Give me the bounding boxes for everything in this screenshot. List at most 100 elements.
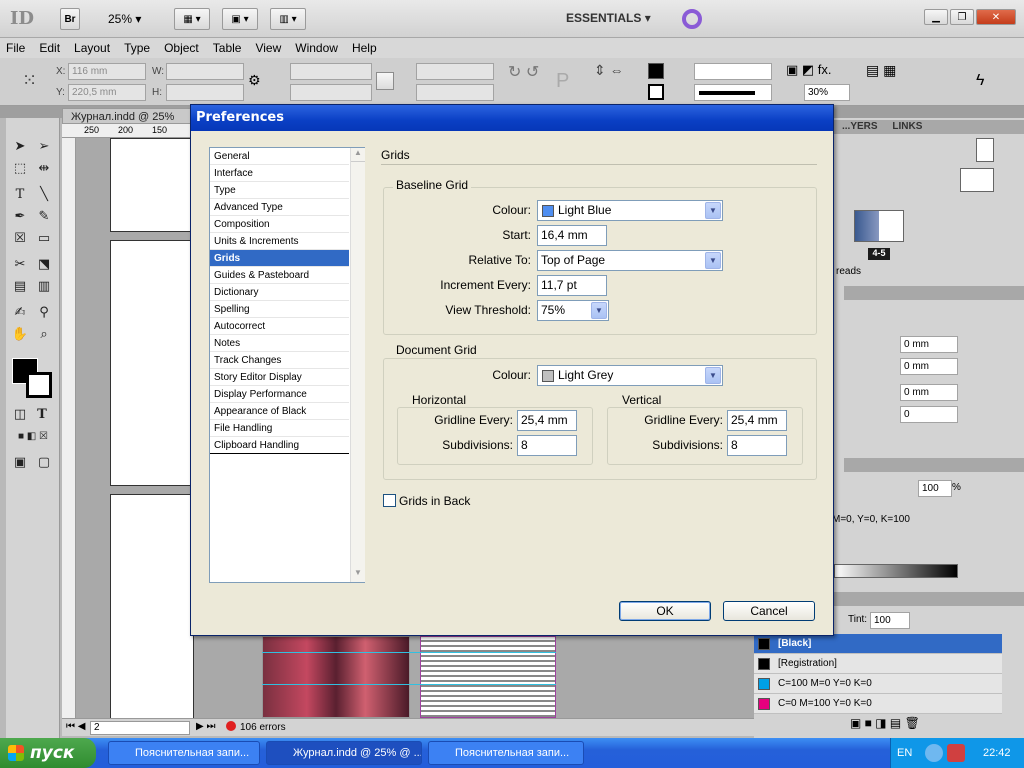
document-colour-select[interactable]: Light Grey ▼: [537, 365, 723, 386]
drop-cap-field[interactable]: 0: [900, 406, 958, 423]
chain-icon[interactable]: [376, 72, 394, 90]
color-percent-field[interactable]: 100: [918, 480, 952, 497]
container-format-icon[interactable]: ◫: [10, 404, 30, 424]
stroke-color-icon[interactable]: [26, 372, 52, 398]
constrain-icon[interactable]: ⚙: [248, 72, 261, 89]
gradient-feather-tool-icon[interactable]: ▥: [34, 276, 54, 296]
chevron-down-icon[interactable]: ▼: [705, 202, 721, 219]
type-tool-icon[interactable]: T: [10, 184, 30, 204]
vertical-gridline-field[interactable]: 25,4 mm: [727, 410, 787, 431]
tab-layers[interactable]: ...YERS: [842, 121, 878, 132]
page-number-field[interactable]: 2: [90, 721, 190, 735]
category-units[interactable]: Units & Increments: [210, 233, 349, 250]
page-tool-icon[interactable]: ⬚: [10, 158, 30, 178]
normal-view-icon[interactable]: ▣: [10, 452, 30, 472]
chevron-down-icon[interactable]: ▼: [705, 252, 721, 269]
category-interface[interactable]: Interface: [210, 165, 349, 182]
line-tool-icon[interactable]: ╲: [34, 184, 54, 204]
direct-selection-tool-icon[interactable]: ➢: [34, 136, 54, 156]
rectangle-frame-tool-icon[interactable]: ☒: [10, 228, 30, 248]
rotate-field[interactable]: [416, 63, 494, 80]
chevron-down-icon[interactable]: ▼: [591, 302, 607, 319]
shear-field[interactable]: [416, 84, 494, 101]
tab-links[interactable]: LINKS: [892, 121, 922, 132]
taskbar-item-indesign[interactable]: Журнал.indd @ 25% @ ...: [266, 741, 422, 765]
zoom-level[interactable]: 25% ▾: [108, 12, 141, 26]
close-button[interactable]: ✕: [976, 9, 1016, 25]
horizontal-gridline-field[interactable]: 25,4 mm: [517, 410, 577, 431]
hand-tool-icon[interactable]: ✋: [10, 324, 30, 344]
w-field[interactable]: [166, 63, 244, 80]
stroke-swatch[interactable]: [648, 84, 664, 100]
bridge-button[interactable]: Br: [60, 8, 80, 30]
category-appearance-of-black[interactable]: Appearance of Black: [210, 403, 349, 420]
document-tab[interactable]: Журнал.indd @ 25%: [62, 108, 192, 124]
menu-window[interactable]: Window: [295, 41, 338, 55]
taskbar-item-word-2[interactable]: Пояснительная запи...: [428, 741, 584, 765]
scroll-down-icon[interactable]: ▼: [351, 568, 365, 582]
restore-button[interactable]: ❐: [950, 9, 974, 25]
preview-mode-icon[interactable]: ▢: [34, 452, 54, 472]
category-file-handling[interactable]: File Handling: [210, 420, 349, 437]
screen-mode-button[interactable]: ▣ ▾: [222, 8, 258, 30]
vertical-subdivisions-field[interactable]: 8: [727, 435, 787, 456]
note-tool-icon[interactable]: ✍: [10, 302, 30, 322]
stroke-type-select[interactable]: [694, 84, 772, 101]
scroll-up-icon[interactable]: ▲: [351, 148, 365, 162]
category-grids[interactable]: Grids: [210, 250, 349, 267]
zoom-tool-icon[interactable]: ⌕: [34, 324, 54, 344]
color-ramp[interactable]: [834, 564, 958, 578]
grids-in-back-checkbox[interactable]: [383, 494, 396, 507]
left-indent-field[interactable]: 0 mm: [900, 336, 958, 353]
relative-to-select[interactable]: Top of Page ▼: [537, 250, 723, 271]
spread-thumbnail[interactable]: [854, 210, 904, 242]
horizontal-subdivisions-field[interactable]: 8: [517, 435, 577, 456]
category-clipboard[interactable]: Clipboard Handling: [210, 437, 349, 454]
gradient-tool-icon[interactable]: ▤: [10, 276, 30, 296]
menu-layout[interactable]: Layout: [74, 41, 110, 55]
effects-icons[interactable]: ▣ ◩ fx.: [786, 62, 832, 78]
category-autocorrect[interactable]: Autocorrect: [210, 318, 349, 335]
preflight-errors[interactable]: 106 errors: [240, 722, 286, 733]
network-icon[interactable]: [925, 744, 943, 762]
scissors-tool-icon[interactable]: ✂: [10, 254, 30, 274]
reference-point-icon[interactable]: ⁙: [22, 70, 37, 91]
swatch-row[interactable]: C=0 M=100 Y=0 K=0: [754, 694, 1002, 714]
language-indicator[interactable]: EN: [897, 738, 912, 768]
opacity-field[interactable]: 30%: [804, 84, 850, 101]
first-line-field[interactable]: 0 mm: [900, 358, 958, 375]
menu-object[interactable]: Object: [164, 41, 199, 55]
security-icon[interactable]: [947, 744, 965, 762]
rotate-icons[interactable]: ↻ ↺: [508, 62, 539, 82]
minimize-button[interactable]: ▁: [924, 9, 948, 25]
category-type[interactable]: Type: [210, 182, 349, 199]
increment-every-field[interactable]: 11,7 pt: [537, 275, 607, 296]
text-format-icon[interactable]: T: [32, 404, 52, 424]
menu-view[interactable]: View: [255, 41, 281, 55]
flip-icons[interactable]: ⇕ ⇔: [594, 62, 624, 79]
swatch-row[interactable]: [Black]: [754, 634, 1002, 654]
category-dictionary[interactable]: Dictionary: [210, 284, 349, 301]
scale-x-field[interactable]: [290, 63, 372, 80]
menu-type[interactable]: Type: [124, 41, 150, 55]
category-story-editor[interactable]: Story Editor Display: [210, 369, 349, 386]
chevron-down-icon[interactable]: ▼: [705, 367, 721, 384]
next-page-icon[interactable]: ▶ ⏭: [196, 721, 215, 732]
x-field[interactable]: 116 mm: [68, 63, 146, 80]
selection-tool-icon[interactable]: ➤: [10, 136, 30, 156]
prev-page-icon[interactable]: ⏮ ◀: [66, 721, 85, 732]
category-track-changes[interactable]: Track Changes: [210, 352, 349, 369]
gap-tool-icon[interactable]: ⇹: [34, 158, 54, 178]
swatch-panel-buttons[interactable]: ▣ ■ ◨ ▤ 🗑: [850, 716, 920, 730]
master-spread-icon[interactable]: [960, 168, 994, 192]
category-general[interactable]: General: [210, 148, 349, 165]
category-composition[interactable]: Composition: [210, 216, 349, 233]
h-field[interactable]: [166, 84, 244, 101]
ok-button[interactable]: OK: [619, 601, 711, 621]
category-display-performance[interactable]: Display Performance: [210, 386, 349, 403]
menu-help[interactable]: Help: [352, 41, 377, 55]
swatch-row[interactable]: C=100 M=0 Y=0 K=0: [754, 674, 1002, 694]
pen-tool-icon[interactable]: ✒: [10, 206, 30, 226]
fill-swatch[interactable]: [648, 63, 664, 79]
eyedropper-tool-icon[interactable]: ⚲: [34, 302, 54, 322]
